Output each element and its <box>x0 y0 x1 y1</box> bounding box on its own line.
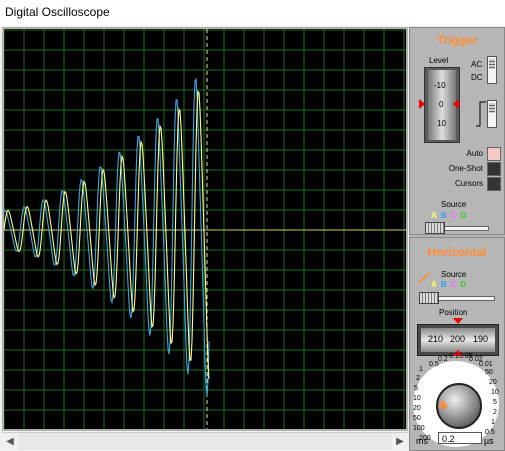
one-shot-label: One-Shot <box>448 164 483 173</box>
position-value-right: 190 <box>473 334 489 344</box>
horizontal-source-label: Source <box>441 270 467 279</box>
auto-label: Auto <box>466 149 483 158</box>
trigger-channel-b[interactable]: B <box>441 211 447 220</box>
scope-display-frame <box>2 27 408 431</box>
level-tick-mid: 0 <box>439 100 444 109</box>
dial-label-10: 10 <box>413 395 421 402</box>
position-label: Position <box>439 308 468 317</box>
control-panel: Trigger Level -10 0 10 AC DC Auto One-Sh… <box>409 27 505 451</box>
dial-label-r50: 50 <box>485 369 493 376</box>
horizontal-channel-c[interactable]: C <box>451 280 457 289</box>
dial-label-r10: 10 <box>491 389 499 396</box>
auto-button[interactable] <box>487 147 501 161</box>
scope-trace-svg <box>4 29 406 429</box>
trigger-title: Trigger <box>436 33 478 47</box>
edge-rising-falling-icon <box>476 101 486 127</box>
dial-label-r0-5: 0.5 <box>485 429 495 436</box>
horizontal-channel-a[interactable]: A <box>431 280 437 289</box>
scroll-left-icon[interactable]: ◀ <box>2 433 18 450</box>
timebase-dial[interactable]: 1 2 5 10 20 50 100 200 0.5 0.2 0.1 0.05 … <box>411 353 503 447</box>
dial-label-0-1: 0.1 <box>449 353 459 360</box>
window-title: Digital Oscilloscope <box>5 5 110 19</box>
trigger-channel-c[interactable]: C <box>451 211 457 220</box>
dial-label-1: 1 <box>419 366 423 373</box>
dial-label-50: 50 <box>413 415 421 422</box>
level-arrow-right-icon <box>453 99 459 109</box>
unit-left-label: ms <box>416 436 428 446</box>
coupling-switch[interactable] <box>487 56 497 84</box>
dial-label-0-2: 0.2 <box>438 356 448 363</box>
dial-label-r1: 1 <box>491 419 495 426</box>
dial-label-r20: 20 <box>489 379 497 386</box>
dial-label-20: 20 <box>413 405 421 412</box>
scope-display <box>4 29 406 429</box>
trigger-channel-d[interactable]: D <box>460 211 466 220</box>
level-tick-bottom: 10 <box>437 119 446 128</box>
dial-label-5: 5 <box>414 385 418 392</box>
timebase-value-field[interactable]: 0.2 <box>438 432 482 444</box>
trigger-source-thumb[interactable] <box>425 222 445 234</box>
ac-label: AC <box>471 60 483 69</box>
horizontal-channel-d[interactable]: D <box>460 280 466 289</box>
scroll-right-icon[interactable]: ▶ <box>392 433 408 450</box>
dial-label-0-01: 0.01 <box>479 361 493 368</box>
level-tick-top: -10 <box>434 81 446 90</box>
position-value-center: 200 <box>450 334 466 344</box>
dial-label-r5: 5 <box>493 399 497 406</box>
horizontal-channel-b[interactable]: B <box>441 280 447 289</box>
horizontal-title: Horizontal <box>427 245 487 259</box>
trigger-source-channels: ABCD <box>429 211 495 220</box>
level-arrow-left-icon <box>419 99 425 109</box>
horizontal-source-thumb[interactable] <box>419 292 439 304</box>
position-value-left: 210 <box>428 334 444 344</box>
dial-label-100: 100 <box>413 425 425 432</box>
cursors-label: Cursors <box>454 179 483 188</box>
one-shot-button[interactable] <box>487 162 501 176</box>
edge-switch[interactable] <box>487 100 497 128</box>
trigger-channel-a[interactable]: A <box>431 211 437 220</box>
cursors-button[interactable] <box>487 177 501 191</box>
title-bar: Digital Oscilloscope <box>0 0 505 26</box>
horizontal-source-channels: ABCD <box>429 280 495 289</box>
dial-label-2: 2 <box>416 375 420 382</box>
trigger-source-label: Source <box>441 200 467 209</box>
dc-label: DC <box>471 73 483 82</box>
horizontal-scrollbar[interactable]: ◀ ▶ <box>2 432 408 450</box>
level-label: Level <box>429 56 449 65</box>
dial-label-r2: 2 <box>493 409 497 416</box>
unit-right-label: µs <box>484 436 494 446</box>
